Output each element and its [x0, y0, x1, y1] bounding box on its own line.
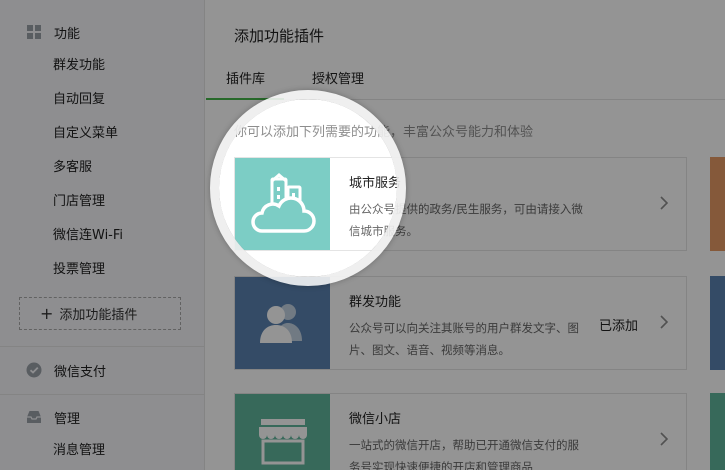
sidebar-section-manage-label: 管理 — [54, 411, 81, 427]
plugin-description: 公众号可以向关注其账号的用户群发文字、图片、图文、语音、视频等消息。 — [349, 321, 579, 357]
sidebar-section-pay-label: 微信支付 — [54, 364, 107, 380]
plugin-card-shop[interactable]: 微信小店 一站式的微信开店，帮助已开通微信支付的服务号实现快速便捷的开店和管理商… — [234, 393, 687, 470]
inbox-icon — [26, 409, 42, 425]
sidebar-divider — [0, 346, 205, 347]
sidebar-item-message-management[interactable]: 消息管理 — [53, 441, 105, 461]
sidebar-section-pay[interactable]: 微信支付 — [26, 360, 106, 380]
add-plugin-label: 添加功能插件 — [59, 308, 138, 323]
main-panel: 添加功能插件 插件库 授权管理 你可以添加下列需要的功能，丰富公众号能力和体验 … — [206, 0, 725, 470]
partial-plugin-card[interactable] — [710, 157, 725, 251]
sidebar-section-function-label: 功能 — [54, 26, 81, 42]
plus-icon: + — [40, 303, 54, 323]
tab-plugin-library-label: 插件库 — [226, 72, 266, 87]
sidebar-item-multi-service[interactable]: 多客服 — [53, 158, 92, 178]
tab-authorization[interactable]: 授权管理 — [312, 68, 364, 94]
sidebar-item-vote-management[interactable]: 投票管理 — [53, 260, 105, 280]
plugin-name: 群发功能 — [349, 295, 402, 310]
plugin-description: 由公众号提供的政务/民生服务，可由请接入微信城市服务。 — [349, 202, 583, 238]
tab-plugin-library[interactable]: 插件库 — [206, 68, 284, 100]
city-cloud-icon — [235, 158, 330, 250]
chevron-right-icon — [656, 428, 672, 450]
sidebar-section-manage: 管理 — [26, 407, 80, 427]
plugin-status: 已添加 — [599, 319, 639, 334]
plugin-card-broadcast[interactable]: 群发功能 公众号可以向关注其账号的用户群发文字、图片、图文、语音、视频等消息。 … — [234, 276, 687, 370]
users-icon — [235, 277, 330, 369]
plugin-name: 微信小店 — [349, 412, 402, 427]
shop-icon — [235, 394, 330, 470]
sidebar-item-auto-reply[interactable]: 自动回复 — [53, 90, 105, 110]
plugin-card-city-service[interactable]: 城市服务 由公众号提供的政务/民生服务，可由请接入微信城市服务。 — [234, 157, 687, 251]
partial-plugin-card[interactable] — [710, 393, 725, 470]
grid-icon — [26, 24, 42, 40]
partial-plugin-card[interactable] — [710, 276, 725, 370]
sidebar-section-function: 功能 — [26, 22, 80, 42]
intro-text: 你可以添加下列需要的功能，丰富公众号能力和体验 — [234, 125, 534, 140]
sidebar-item-broadcast[interactable]: 群发功能 — [53, 56, 105, 76]
plugin-description: 一站式的微信开店，帮助已开通微信支付的服务号实现快速便捷的开店和管理商品 — [349, 438, 579, 470]
plugin-name: 城市服务 — [349, 176, 402, 191]
chevron-right-icon — [656, 311, 672, 333]
wechat-pay-icon — [26, 362, 42, 378]
sidebar: 功能 群发功能 自动回复 自定义菜单 多客服 门店管理 微信连Wi-Fi 投票管… — [0, 0, 205, 470]
sidebar-item-custom-menu[interactable]: 自定义菜单 — [53, 124, 118, 144]
add-plugin-button[interactable]: + 添加功能插件 — [19, 297, 181, 330]
page-title: 添加功能插件 — [234, 27, 325, 45]
sidebar-item-wifi[interactable]: 微信连Wi-Fi — [53, 226, 123, 246]
sidebar-divider — [0, 394, 205, 395]
chevron-right-icon — [656, 192, 672, 214]
tab-authorization-label: 授权管理 — [312, 72, 365, 87]
sidebar-item-store-management[interactable]: 门店管理 — [53, 192, 105, 212]
tab-bar: 插件库 授权管理 — [206, 64, 725, 100]
